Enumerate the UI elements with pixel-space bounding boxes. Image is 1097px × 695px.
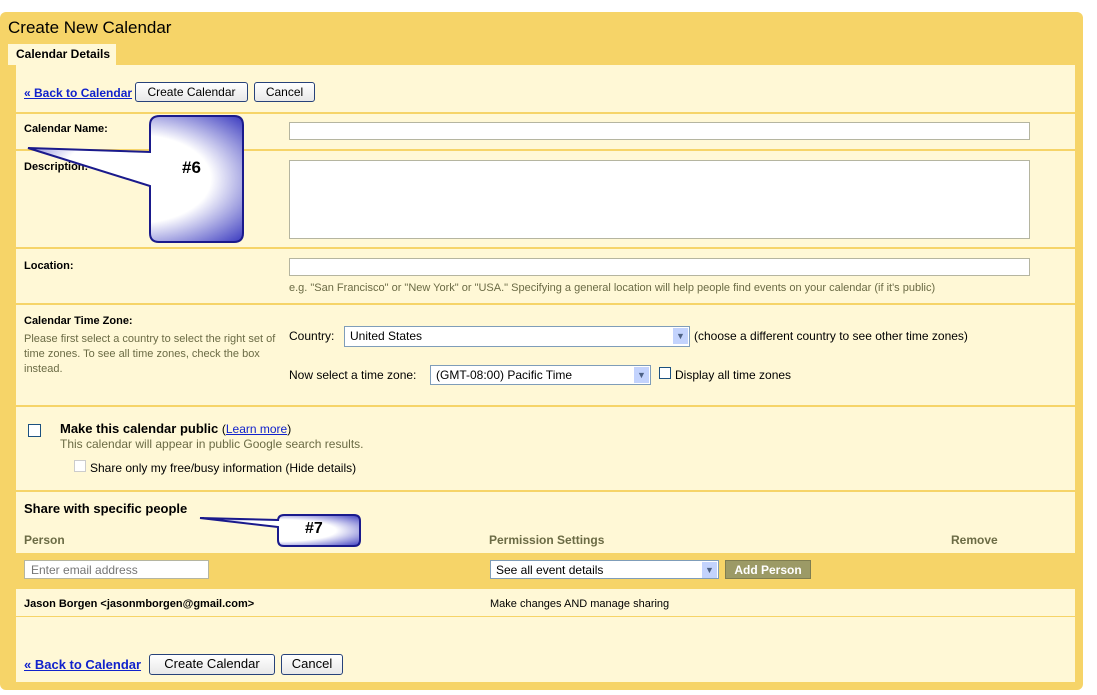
- callout-6-shape: [27, 115, 244, 243]
- callout-7-label: #7: [305, 520, 323, 537]
- callout-annotations: [27, 115, 361, 547]
- callout-6-label: #6: [182, 158, 201, 177]
- callout-7-shape: [199, 514, 361, 547]
